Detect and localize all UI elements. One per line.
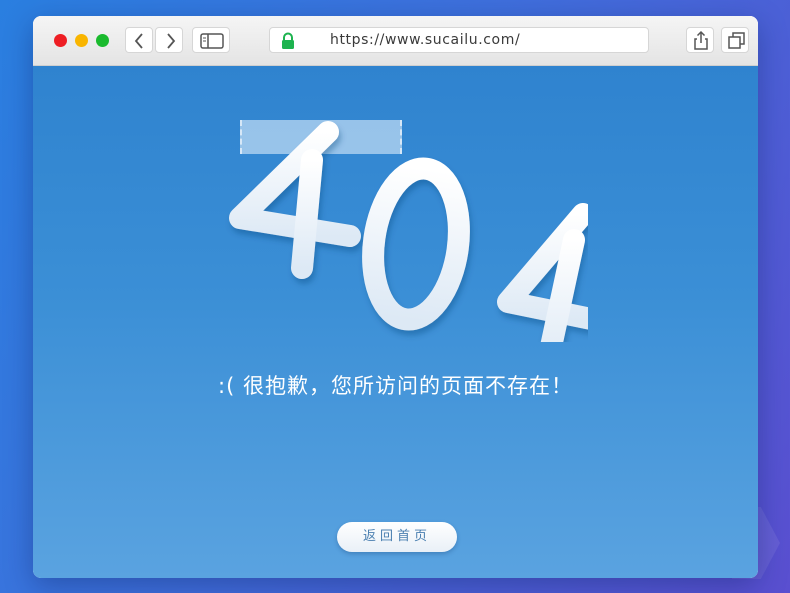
back-to-home-button[interactable]: 返回首页	[337, 522, 457, 552]
zoom-window-button[interactable]	[96, 34, 109, 47]
browser-window: https://www.sucailu.com/:(很抱歉，您所访问的页面不…	[33, 16, 758, 578]
minimize-window-button[interactable]	[75, 34, 88, 47]
chevron-right-icon	[167, 33, 176, 49]
error-message: :( 很抱歉，您所访问的页面不存在！	[218, 374, 573, 398]
error-code-graphic	[229, 121, 588, 342]
close-window-button[interactable]	[54, 34, 67, 47]
error-page-content: :( 很抱歉，您所访问的页面不存在！ 返回首页	[33, 66, 758, 578]
browser-toolbar: https://www.sucailu.com/	[33, 16, 758, 66]
url-text: https://www.sucailu.com/	[330, 32, 521, 48]
forward-button[interactable]	[155, 27, 183, 53]
share-button[interactable]	[686, 27, 714, 53]
tabs-icon	[728, 32, 745, 49]
tabs-overview-button[interactable]	[721, 27, 749, 53]
share-icon	[694, 30, 708, 50]
chevron-left-icon	[134, 33, 143, 49]
address-bar[interactable]: https://www.sucailu.com/	[269, 27, 649, 53]
lock-icon	[282, 32, 294, 49]
back-button[interactable]	[125, 27, 153, 53]
sidebar-icon	[200, 33, 224, 49]
sidebar-toggle-button[interactable]	[192, 27, 230, 53]
